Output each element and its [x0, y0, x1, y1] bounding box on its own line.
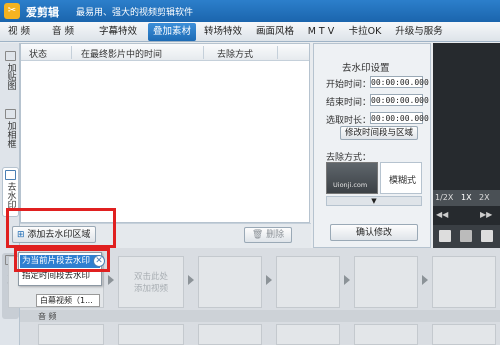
method-preview[interactable]: Uionji.com: [326, 162, 378, 194]
tab-subtitle-effects[interactable]: 字幕特效: [92, 23, 144, 41]
column-header-method: 去除方式: [217, 50, 254, 60]
annotation-highlight: [6, 208, 116, 248]
end-time-field[interactable]: 00:00:00.000: [370, 94, 429, 106]
tab-audio[interactable]: 音 频: [48, 23, 78, 41]
triangle-down-icon: ▼: [371, 197, 377, 205]
clip-label: 白幕视频（1...: [36, 294, 100, 307]
app-name: 爱剪辑: [26, 6, 59, 19]
timeline-slot[interactable]: [276, 256, 340, 308]
column-header-time: 在最终影片中的时间: [81, 50, 163, 60]
add-video-placeholder[interactable]: 双击此处 添加视频: [118, 256, 184, 308]
sidebar-item-label: 加贴图: [5, 63, 16, 90]
audio-track-label: 音 频: [38, 312, 57, 321]
sticker-icon: [5, 51, 16, 61]
audio-slot[interactable]: [118, 324, 184, 345]
watermark-settings-panel: 去水印设置 开始时间： 00:00:00.000 结束时间： 00:00:00.…: [313, 43, 431, 248]
film-icon[interactable]: [439, 230, 451, 242]
watermark-icon: [5, 170, 16, 180]
column-divider: [71, 46, 72, 59]
arrow-right-icon: [108, 275, 114, 285]
start-time-field[interactable]: 00:00:00.000: [370, 76, 429, 88]
tab-transition-effects[interactable]: 转场特效: [198, 23, 248, 41]
column-divider: [203, 46, 204, 59]
tab-upgrade-service[interactable]: 升级与服务: [390, 23, 448, 41]
start-time-label: 开始时间：: [326, 80, 372, 90]
sidebar-item-label: 去水印: [5, 182, 16, 209]
arrow-right-icon: [266, 275, 272, 285]
annotation-highlight: [14, 248, 110, 272]
arrow-right-icon: [344, 275, 350, 285]
sidebar-item-sticker[interactable]: 加贴图: [2, 49, 19, 95]
export-icon[interactable]: [481, 230, 493, 242]
audio-slot[interactable]: [276, 324, 340, 345]
end-time-label: 结束时间：: [326, 98, 372, 108]
settings-title: 去水印设置: [342, 63, 390, 74]
sidebar-item-label: 加相框: [5, 121, 16, 148]
player-bottom-bar: [433, 225, 500, 249]
method-value: 模糊式: [389, 176, 417, 186]
audio-slot[interactable]: [432, 324, 496, 345]
tab-karaoke[interactable]: 卡拉OK: [342, 23, 388, 41]
timeline-slot[interactable]: [432, 256, 496, 308]
frame-icon: [5, 109, 16, 119]
rewind-icon[interactable]: ◀◀: [436, 210, 448, 220]
folder-icon[interactable]: [460, 230, 472, 242]
modify-time-region-button[interactable]: 修改时间段与区域: [340, 126, 418, 140]
audio-slot[interactable]: [198, 324, 262, 345]
speed-option-double[interactable]: 2X: [479, 193, 490, 202]
sidebar-item-frame[interactable]: 加相框: [2, 107, 19, 153]
app-logo-icon: ✂: [4, 3, 20, 19]
audio-slot[interactable]: [354, 324, 418, 345]
fast-forward-icon[interactable]: ▶▶: [480, 210, 492, 220]
column-divider: [277, 46, 278, 59]
speed-option-normal[interactable]: 1X: [461, 193, 472, 202]
confirm-modify-button[interactable]: 确认修改: [330, 224, 418, 241]
timeline-slot[interactable]: [198, 256, 262, 308]
column-header-status: 状态: [29, 50, 48, 60]
duration-field[interactable]: 00:00:00.000: [370, 112, 429, 124]
tab-overlay-materials[interactable]: 叠加素材: [148, 23, 196, 41]
speed-control: 1/2X 1X 2X: [433, 190, 500, 206]
trash-icon: 🗑: [251, 230, 264, 240]
method-dropdown[interactable]: 模糊式: [380, 162, 422, 194]
delete-button[interactable]: 🗑 删除: [244, 227, 292, 243]
method-preview-text: Uionji.com: [333, 181, 368, 189]
speed-option-half[interactable]: 1/2X: [435, 193, 453, 202]
method-dropdown-arrow[interactable]: ▼: [326, 196, 422, 206]
tab-video[interactable]: 视 频: [4, 23, 34, 41]
watermark-list[interactable]: 状态 在最终影片中的时间 去除方式: [20, 43, 310, 223]
main-tab-bar: 视 频 音 频 字幕特效 叠加素材 转场特效 画面风格 M T V 卡拉OK 升…: [0, 22, 500, 42]
arrow-right-icon: [422, 275, 428, 285]
timeline-slot[interactable]: [354, 256, 418, 308]
audio-track-header: 音 频: [20, 310, 500, 322]
tab-mtv[interactable]: M T V: [302, 23, 340, 41]
app-slogan: 最易用、强大的视频剪辑软件: [76, 8, 194, 18]
list-header: 状态 在最终影片中的时间 去除方式: [21, 44, 309, 61]
arrow-right-icon: [188, 275, 194, 285]
duration-label: 选取时长：: [326, 116, 372, 126]
audio-slot[interactable]: [38, 324, 104, 345]
tab-picture-style[interactable]: 画面风格: [250, 23, 300, 41]
title-bar: ✂ 爱剪辑 最易用、强大的视频剪辑软件: [0, 0, 500, 22]
